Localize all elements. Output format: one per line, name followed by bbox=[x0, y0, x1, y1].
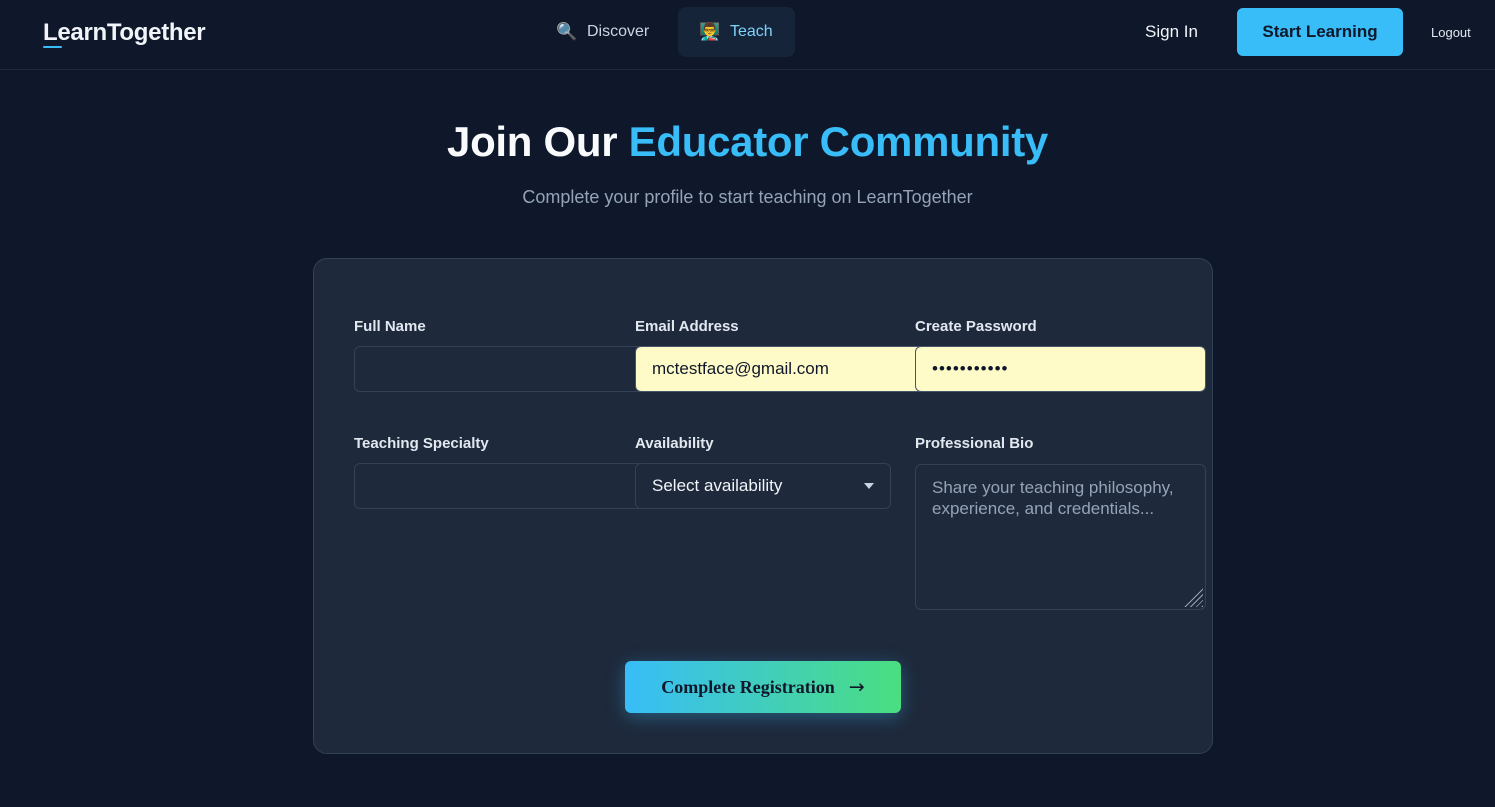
specialty-label: Teaching Specialty bbox=[354, 435, 489, 452]
availability-select[interactable]: Select availability bbox=[635, 463, 891, 509]
full-name-field[interactable] bbox=[354, 346, 644, 392]
page-title-main: Join Our bbox=[447, 118, 629, 165]
bio-textarea[interactable]: Share your teaching philosophy, experien… bbox=[915, 464, 1206, 610]
availability-selected-value: Select availability bbox=[652, 476, 783, 495]
logo[interactable]: LearnTogether bbox=[43, 19, 206, 47]
sign-in-link[interactable]: Sign In bbox=[1145, 22, 1198, 42]
nav-teach-label: Teach bbox=[730, 23, 773, 40]
full-name-label: Full Name bbox=[354, 318, 426, 335]
logo-underline bbox=[43, 46, 62, 48]
specialty-field[interactable] bbox=[354, 463, 644, 509]
top-nav-bar: LearnTogether 🔍 Discover 👨‍🏫 Teach Sign … bbox=[0, 0, 1495, 70]
arrow-right-icon: → bbox=[848, 676, 865, 698]
nav-discover-label: Discover bbox=[587, 23, 650, 40]
password-label: Create Password bbox=[915, 318, 1037, 335]
complete-registration-button[interactable]: Complete Registration → bbox=[625, 661, 901, 713]
resize-grip-icon[interactable] bbox=[1183, 587, 1203, 607]
logout-link[interactable]: Logout bbox=[1431, 25, 1471, 40]
nav-discover[interactable]: 🔍 Discover bbox=[537, 7, 669, 57]
page-title: Join Our Educator Community bbox=[0, 118, 1495, 166]
email-label: Email Address bbox=[635, 318, 739, 335]
availability-label: Availability bbox=[635, 435, 714, 452]
chevron-down-icon bbox=[864, 483, 874, 489]
start-learning-button[interactable]: Start Learning bbox=[1237, 8, 1403, 56]
teacher-icon: 👨‍🏫 bbox=[699, 22, 721, 41]
page-subtitle: Complete your profile to start teaching … bbox=[522, 187, 973, 207]
nav-teach[interactable]: 👨‍🏫 Teach bbox=[678, 7, 795, 57]
password-field[interactable]: ••••••••••• bbox=[915, 346, 1206, 392]
complete-registration-label: Complete Registration bbox=[661, 676, 835, 697]
bio-label: Professional Bio bbox=[915, 435, 1034, 452]
bio-placeholder: Share your teaching philosophy, experien… bbox=[932, 478, 1174, 518]
page-title-accent: Educator Community bbox=[628, 118, 1049, 165]
magnifier-icon: 🔍 bbox=[556, 22, 578, 41]
email-field[interactable]: mctestface@gmail.com bbox=[635, 346, 925, 392]
